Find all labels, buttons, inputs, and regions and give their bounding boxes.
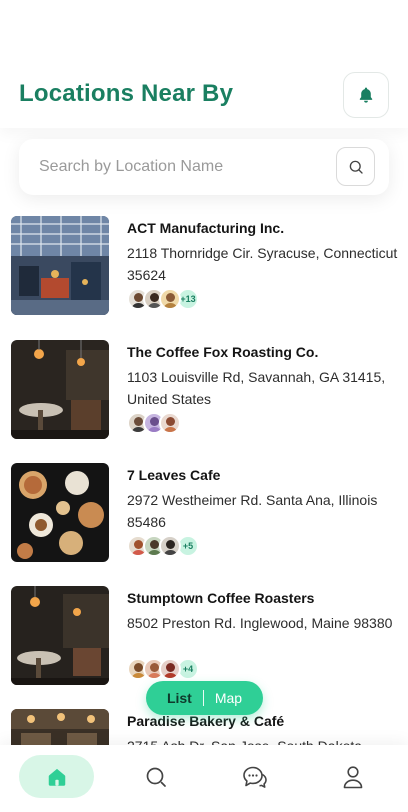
location-card[interactable]: Stumptown Coffee Roasters 8502 Preston R…	[0, 586, 408, 696]
location-name: The Coffee Fox Roasting Co.	[127, 344, 319, 360]
location-photo	[11, 340, 109, 439]
location-card[interactable]: 7 Leaves Cafe 2972 Westheimer Rd. Santa …	[0, 463, 408, 573]
location-photo	[11, 586, 109, 685]
nav-search[interactable]	[118, 755, 193, 798]
search-bar	[19, 139, 389, 195]
search-icon	[146, 767, 166, 787]
location-address: 8502 Preston Rd. Inglewood, Maine 98380	[127, 615, 393, 631]
location-card[interactable]: The Coffee Fox Roasting Co. 1103 Louisvi…	[0, 340, 408, 450]
location-address: 2972 Westheimer Rd. Santa Ana, Illinois …	[127, 492, 378, 530]
visitor-avatars: +13	[127, 288, 199, 310]
location-name: 7 Leaves Cafe	[127, 467, 221, 483]
visitor-avatars: +5	[127, 535, 199, 557]
location-address: 1103 Louisville Rd, Savannah, GA 31415, …	[127, 369, 386, 407]
page-title: Locations Near By	[19, 80, 234, 107]
search-input[interactable]	[39, 155, 319, 179]
view-toggle[interactable]: List Map	[146, 681, 263, 715]
location-address: 2715 Ash Dr. San Jose, South Dakota	[127, 735, 399, 745]
list-view-option[interactable]: List	[167, 690, 192, 706]
home-icon	[48, 768, 65, 786]
location-card[interactable]: ACT Manufacturing Inc. 2118 Thornridge C…	[0, 216, 408, 326]
nav-home[interactable]	[19, 755, 94, 798]
location-name: Stumptown Coffee Roasters	[127, 590, 315, 606]
location-name: ACT Manufacturing Inc.	[127, 220, 285, 236]
toggle-divider	[202, 690, 204, 706]
visitor-avatars	[127, 412, 181, 434]
visitor-avatars: +4	[127, 658, 199, 680]
avatar	[159, 535, 181, 557]
profile-icon	[343, 765, 362, 788]
avatar	[159, 288, 181, 310]
chat-icon	[242, 766, 267, 788]
map-view-option[interactable]: Map	[215, 690, 242, 706]
nav-profile[interactable]	[315, 755, 390, 798]
location-photo	[11, 463, 109, 562]
location-name: Paradise Bakery & Café	[127, 713, 285, 729]
bell-icon	[359, 87, 373, 103]
avatar	[159, 412, 181, 434]
avatar	[159, 658, 181, 680]
locations-list[interactable]: ACT Manufacturing Inc. 2118 Thornridge C…	[0, 200, 408, 745]
bottom-nav	[0, 745, 408, 812]
app-header: Locations Near By	[0, 0, 408, 128]
location-photo	[11, 216, 109, 315]
location-address: 2118 Thornridge Cir. Syracuse, Connectic…	[127, 245, 398, 283]
search-icon	[349, 160, 363, 174]
location-photo	[11, 709, 109, 745]
notifications-button[interactable]	[343, 72, 389, 118]
search-button[interactable]	[336, 147, 375, 186]
nav-messages[interactable]	[217, 755, 292, 798]
